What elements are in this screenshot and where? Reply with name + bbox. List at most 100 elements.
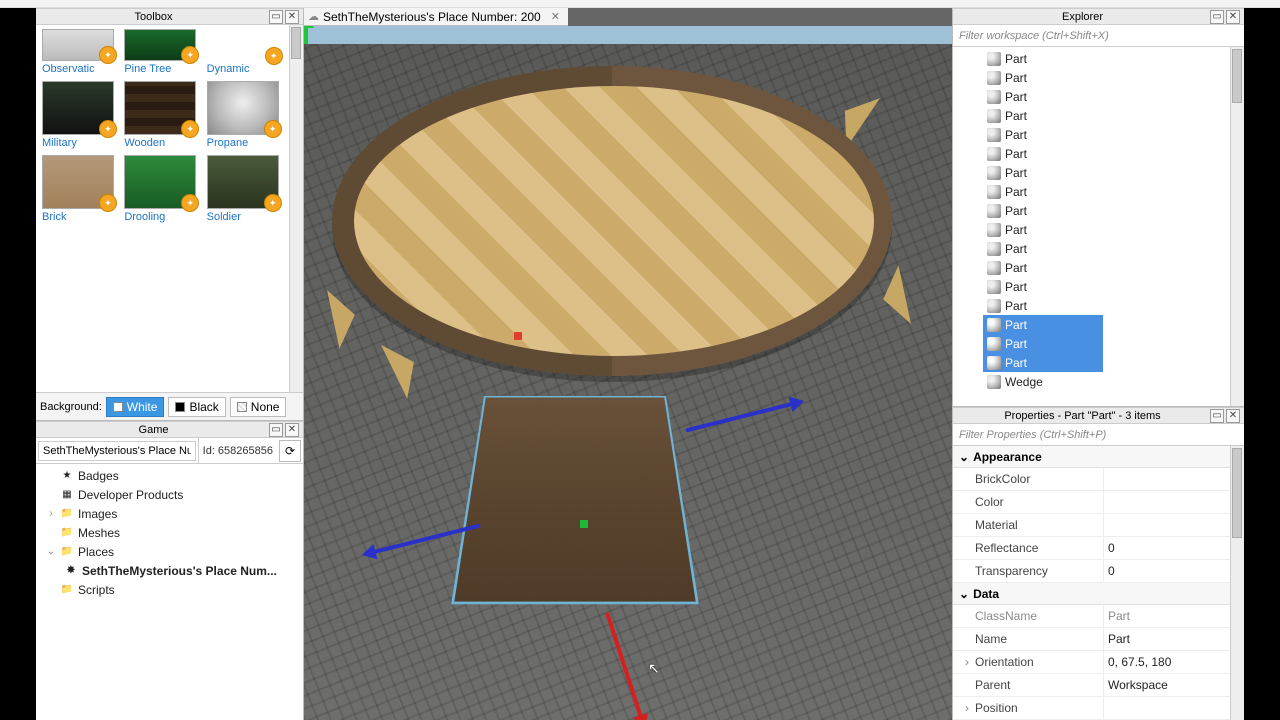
properties-panel-header[interactable]: Properties - Part "Part" - 3 items ▭ ✕ [953,407,1244,424]
tree-row-current-place[interactable]: ✸SethTheMysterious's Place Num... [36,561,303,580]
toolbox-item[interactable]: ✦Observatic [42,29,122,75]
chevron-right-icon[interactable]: › [46,508,56,519]
tree-row-meshes[interactable]: 📁Meshes [36,523,303,542]
toolbox-panel-header[interactable]: Toolbox ▭ ✕ [36,8,303,25]
properties-filter-input[interactable] [953,425,1244,445]
explorer-panel-header[interactable]: Explorer ▭ ✕ [953,8,1244,25]
game-panel-header[interactable]: Game ▭ ✕ [36,421,303,438]
tree-row-devproducts[interactable]: ▦Developer Products [36,485,303,504]
explorer-row[interactable]: Part [983,353,1103,372]
tree-row-badges[interactable]: ★Badges [36,466,303,485]
gizmo-dot-red[interactable] [514,332,522,340]
explorer-row[interactable]: Part [987,239,1244,258]
bg-white-chip[interactable]: White [106,397,165,417]
explorer-row-label: Part [1005,299,1027,313]
explorer-row[interactable]: Part [987,277,1244,296]
explorer-row[interactable]: Part [983,315,1103,334]
explorer-row[interactable]: Part [987,220,1244,239]
tree-row-places[interactable]: ⌄📁Places [36,542,303,561]
prop-row[interactable]: Color [953,491,1244,514]
part-icon [987,223,1001,237]
part-icon [987,337,1001,351]
explorer-row[interactable]: Part [987,106,1244,125]
part-icon [987,109,1001,123]
explorer-row[interactable]: Part [987,144,1244,163]
prop-row[interactable]: Material [953,514,1244,537]
bg-black-chip[interactable]: Black [168,397,225,417]
properties-scrollbar[interactable] [1230,446,1244,720]
prop-row[interactable]: ›Orientation0, 67.5, 180 [953,651,1244,674]
chevron-down-icon[interactable]: ⌄ [46,546,56,557]
toolbox-scrollbar[interactable] [289,25,303,392]
close-icon[interactable]: ✕ [1226,10,1240,24]
explorer-row[interactable]: Part [987,182,1244,201]
viewport-tab-title: SethTheMysterious's Place Number: 200 [323,10,541,24]
cloud-icon: ☁ [308,10,319,23]
viewport[interactable]: ☁ SethTheMysterious's Place Number: 200 … [304,8,952,720]
close-icon[interactable]: ✕ [285,10,299,24]
part-icon [987,280,1001,294]
restore-icon[interactable]: ▭ [1210,409,1224,423]
prop-section-data[interactable]: ⌄Data [953,583,1244,605]
toolbox-title: Toolbox [40,11,267,23]
folder-icon: 📁 [60,545,74,559]
explorer-row[interactable]: Part [987,125,1244,144]
explorer-scrollbar[interactable] [1230,47,1244,406]
toolbox-item[interactable]: ✦Brick [42,155,122,223]
prop-row[interactable]: BrickColor [953,468,1244,491]
prop-row[interactable]: NamePart [953,628,1244,651]
toolbox-item[interactable]: ✦Wooden [124,81,204,149]
close-icon[interactable]: ✕ [285,423,299,437]
restore-icon[interactable]: ▭ [269,423,283,437]
toolbox-item[interactable]: ✦Dynamic [207,29,287,75]
explorer-row-label: Part [1005,128,1027,142]
explorer-filter-input[interactable] [953,26,1244,46]
close-tab-icon[interactable]: ✕ [551,10,560,23]
tree-row-scripts[interactable]: 📁Scripts [36,580,303,599]
prop-row[interactable]: Transparency0 [953,560,1244,583]
folder-icon: 📁 [60,583,74,597]
explorer-row[interactable]: Part [983,334,1103,353]
toolbox-item[interactable]: ✦Pine Tree [124,29,204,75]
toolbox-item[interactable]: ✦Drooling [124,155,204,223]
toolbox-grid: ✦Observatic ✦Pine Tree ✦Dynamic ✦Militar… [36,25,303,227]
tree-row-images[interactable]: ›📁Images [36,504,303,523]
properties-title: Properties - Part "Part" - 3 items [957,410,1208,422]
restore-icon[interactable]: ▭ [1210,10,1224,24]
toolbox-item[interactable]: ✦Soldier [207,155,287,223]
explorer-row[interactable]: Part [987,163,1244,182]
explorer-row[interactable]: Part [987,87,1244,106]
right-black-strip [1244,8,1280,720]
explorer-row[interactable]: Wedge [987,372,1244,391]
explorer-row-label: Part [1005,71,1027,85]
explorer-row-label: Part [1005,166,1027,180]
prop-row[interactable]: Reflectance0 [953,537,1244,560]
explorer-row-label: Part [1005,90,1027,104]
explorer-row-label: Wedge [1005,375,1043,389]
sun-icon: ✸ [64,564,78,578]
folder-icon: 📁 [60,507,74,521]
explorer-row[interactable]: Part [987,49,1244,68]
bg-none-chip[interactable]: None [230,397,287,417]
part-icon [987,71,1001,85]
explorer-row[interactable]: Part [987,201,1244,220]
viewport-tab[interactable]: ☁ SethTheMysterious's Place Number: 200 … [304,8,568,26]
prop-section-appearance[interactable]: ⌄Appearance [953,446,1244,468]
explorer-row[interactable]: Part [987,258,1244,277]
game-tree: ★Badges ▦Developer Products ›📁Images 📁Me… [36,464,303,720]
part-icon [987,52,1001,66]
prop-row[interactable]: ParentWorkspace [953,674,1244,697]
prop-row[interactable]: ›Position [953,697,1244,720]
explorer-row[interactable]: Part [987,68,1244,87]
toolbox-item[interactable]: ✦Propane [207,81,287,149]
explorer-row-label: Part [1005,242,1027,256]
close-icon[interactable]: ✕ [1226,409,1240,423]
explorer-row[interactable]: Part [987,296,1244,315]
selected-part-plank[interactable] [451,396,699,604]
explorer-row-label: Part [1005,204,1027,218]
game-name-input[interactable] [38,441,196,461]
gizmo-center[interactable] [580,520,588,528]
restore-icon[interactable]: ▭ [269,10,283,24]
toolbox-item[interactable]: ✦Military [42,81,122,149]
refresh-icon[interactable]: ⟳ [279,440,301,462]
